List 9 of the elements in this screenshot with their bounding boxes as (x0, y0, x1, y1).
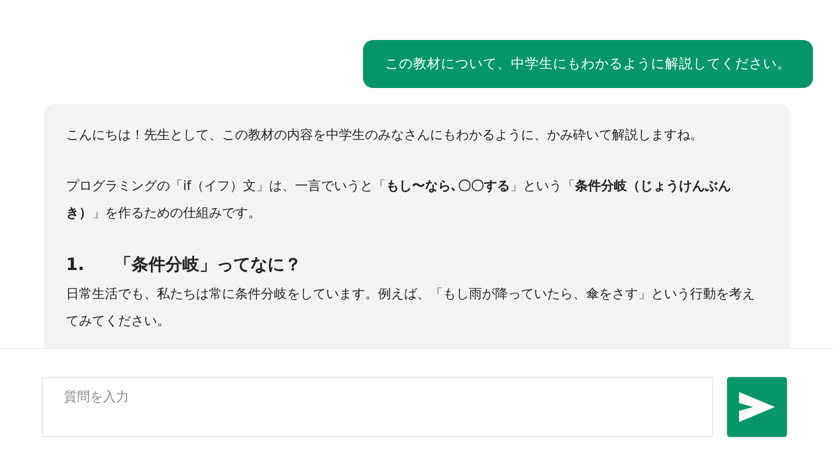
heading-number: 1. (66, 254, 84, 277)
message-paragraph: こんにちは！先生として、この教材の内容を中学生のみなさんにもわかるように、かみ砕いて解説しますね。 (66, 127, 704, 145)
send-icon (739, 392, 775, 422)
message-paragraph: プログラミングの「if（イフ）文」は、一言でいうと「もし〜なら､〇〇する」という「条件分岐（じょうけんぶんき）」を作るための仕組みです。 (66, 178, 732, 223)
send-button[interactable] (727, 377, 787, 437)
section-heading: 「条件分岐」ってなに？ (114, 254, 302, 277)
message-paragraph: 日常生活でも、私たちは常に条件分岐をしています。例えば、「もし雨が降っていたら、傘をさす」という行動を考えてみてください。 (66, 286, 756, 331)
question-field[interactable]: 質問を入力 (42, 377, 713, 437)
user-message: この教材について、中学生にもわかるように解説してください。 (363, 40, 813, 88)
